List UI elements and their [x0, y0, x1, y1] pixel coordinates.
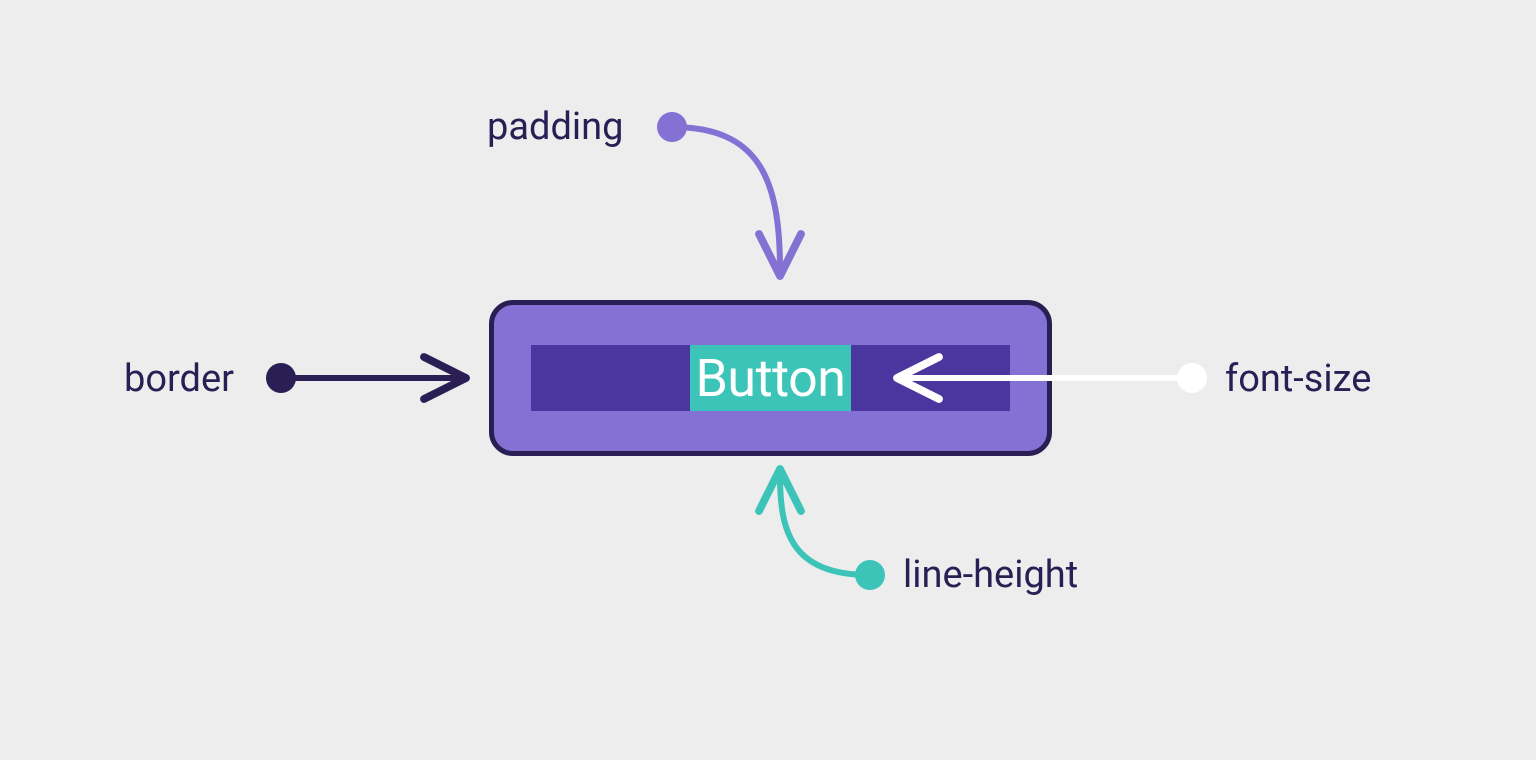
button-label: Button [696, 348, 846, 409]
button-fontsize-highlight: Button [690, 345, 852, 411]
annotation-arrow-padding [657, 112, 780, 270]
annotation-label-fontsize: font-size [1225, 357, 1371, 401]
button-padding-region: Button [531, 345, 1010, 411]
annotation-label-padding: padding [487, 105, 623, 149]
button-anatomy-diagram: Button padding border font-size line-hei… [0, 0, 1536, 760]
annotation-arrow-border [266, 363, 460, 393]
annotation-label-border: border [124, 357, 234, 401]
annotation-arrow-lineheight [780, 475, 885, 590]
button-border-region: Button [489, 300, 1052, 456]
annotation-label-lineheight: line-height [903, 553, 1078, 597]
